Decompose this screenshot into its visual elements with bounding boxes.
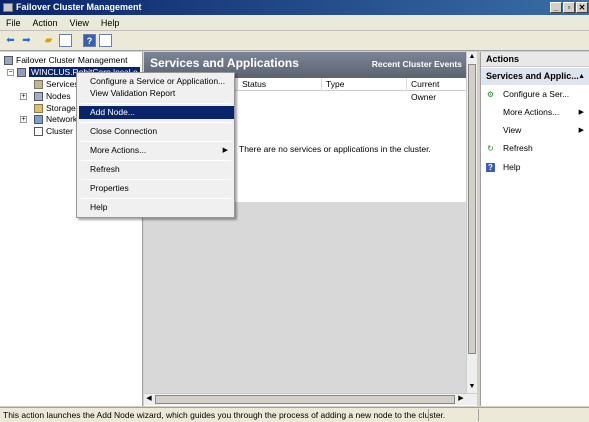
tree-item-nodes[interactable]: Nodes [34,91,71,102]
empty-message: There are no services or applications in… [239,144,431,154]
menu-help[interactable]: Help [95,15,126,31]
menu-view[interactable]: View [64,15,95,31]
submenu-arrow-icon: ▶ [578,127,584,134]
scroll-thumb[interactable] [155,395,455,404]
network-icon [34,115,43,125]
scroll-left-icon[interactable]: ◀ [144,394,154,404]
menu-separator [81,160,231,161]
refresh-icon: ↻ [487,144,494,153]
vertical-scrollbar[interactable]: ▲ ▼ [466,52,477,393]
collapse-icon[interactable]: − [7,69,14,76]
status-divider [478,409,479,421]
menu-separator [81,103,231,104]
help-icon[interactable]: ? [83,34,96,47]
menu-separator [81,141,231,142]
actions-header: Actions [481,52,589,67]
expand-icon[interactable]: + [20,116,27,123]
recent-events-link[interactable]: Recent Cluster Events [372,59,462,69]
menu-item-view-validation-report[interactable]: View Validation Report [79,87,234,100]
status-text: This action launches the Add Node wizard… [3,410,446,420]
action-more-actions[interactable]: More Actions... ▶ [481,105,589,120]
toolbar: ⬅ ➡ ▰ ? [0,31,589,51]
nodes-icon [34,92,43,102]
action-configure[interactable]: ⚙ Configure a Ser... [481,87,589,102]
action-view[interactable]: View ▶ [481,123,589,138]
tree-item-cluster-events[interactable]: Cluster [34,126,73,137]
configure-icon: ⚙ [486,90,495,99]
properties-icon[interactable] [99,34,112,47]
tree-item-storage[interactable]: Storage [34,103,76,114]
menu-bar: File Action View Help [0,15,589,31]
page-title: Services and Applications [150,56,299,70]
status-bar: This action launches the Add Node wizard… [0,407,589,422]
menu-item-close-connection[interactable]: Close Connection [79,125,234,138]
minimize-button[interactable]: _ [550,2,562,13]
context-menu: Configure a Service or Application... Vi… [76,72,235,218]
submenu-arrow-icon: ▶ [222,147,228,154]
menu-separator [81,198,231,199]
menu-item-help[interactable]: Help [79,201,234,214]
scroll-right-icon[interactable]: ▶ [456,394,466,404]
scroll-thumb[interactable] [468,64,476,354]
menu-item-properties[interactable]: Properties [79,182,234,195]
horizontal-scrollbar[interactable]: ◀ ▶ [144,393,477,405]
column-current-owner[interactable]: Current Owner [406,78,466,102]
cluster-icon [17,68,26,78]
expand-icon[interactable]: + [20,93,27,100]
column-status[interactable]: Status [237,78,321,91]
events-icon [34,127,43,137]
storage-icon [34,104,43,114]
tree-item-networks[interactable]: Network [34,114,77,125]
scroll-up-icon[interactable]: ▲ [467,52,477,62]
restore-button[interactable]: ▫ [563,2,575,13]
close-button[interactable]: ✕ [576,2,588,13]
details-pane [144,202,466,393]
action-help[interactable]: ? Help [481,160,589,175]
show-hide-tree-icon[interactable] [59,34,72,47]
menu-action[interactable]: Action [27,15,64,31]
menu-item-more-actions[interactable]: More Actions... ▶ [79,144,234,157]
menu-file[interactable]: File [0,15,27,31]
menu-separator [81,122,231,123]
help-icon: ? [486,163,495,172]
back-icon[interactable]: ⬅ [4,34,17,47]
scroll-down-icon[interactable]: ▼ [467,382,477,392]
collapse-arrow-icon[interactable]: ▲ [578,68,585,85]
up-folder-icon[interactable]: ▰ [42,34,55,47]
action-refresh[interactable]: ↻ Refresh [481,141,589,156]
title-bar: Failover Cluster Management _ ▫ ✕ [0,0,589,15]
window-title: Failover Cluster Management [16,2,142,12]
actions-section[interactable]: Services and Applic... ▲ [481,68,589,85]
column-type[interactable]: Type [321,78,406,91]
submenu-arrow-icon: ▶ [578,109,584,116]
tree-root[interactable]: Failover Cluster Management [4,55,128,66]
app-icon [3,3,13,12]
cluster-manager-icon [4,56,13,66]
menu-separator [81,179,231,180]
forward-icon[interactable]: ➡ [20,34,33,47]
tree-item-services[interactable]: Services [34,79,79,90]
menu-item-add-node[interactable]: Add Node... [79,106,234,119]
services-icon [34,80,43,90]
actions-pane: Actions Services and Applic... ▲ ⚙ Confi… [480,52,589,406]
status-divider [428,409,429,421]
menu-item-refresh[interactable]: Refresh [79,163,234,176]
